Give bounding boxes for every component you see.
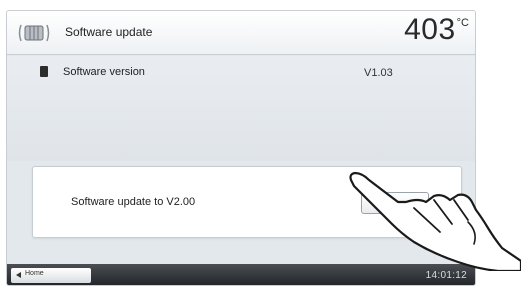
page-title: Software update [65,25,153,39]
header-bar: Software update 403°C [7,11,475,55]
temperature-display: 403°C [404,13,469,47]
software-version-label: Software version [63,66,145,78]
temperature-value: 403 [404,13,456,46]
software-version-value: V1.03 [364,67,393,79]
home-label: Home [25,270,44,277]
temperature-unit: °C [456,17,469,29]
pointing-hand-icon [349,171,521,271]
device-icon [18,24,50,42]
arrow-left-icon [16,272,21,278]
home-button[interactable]: Home [11,268,91,283]
update-label: Software update to V2.00 [71,196,196,208]
clock: 14:01:12 [425,270,467,281]
chip-icon [40,66,48,77]
info-panel: Software version V1.03 [7,56,475,161]
